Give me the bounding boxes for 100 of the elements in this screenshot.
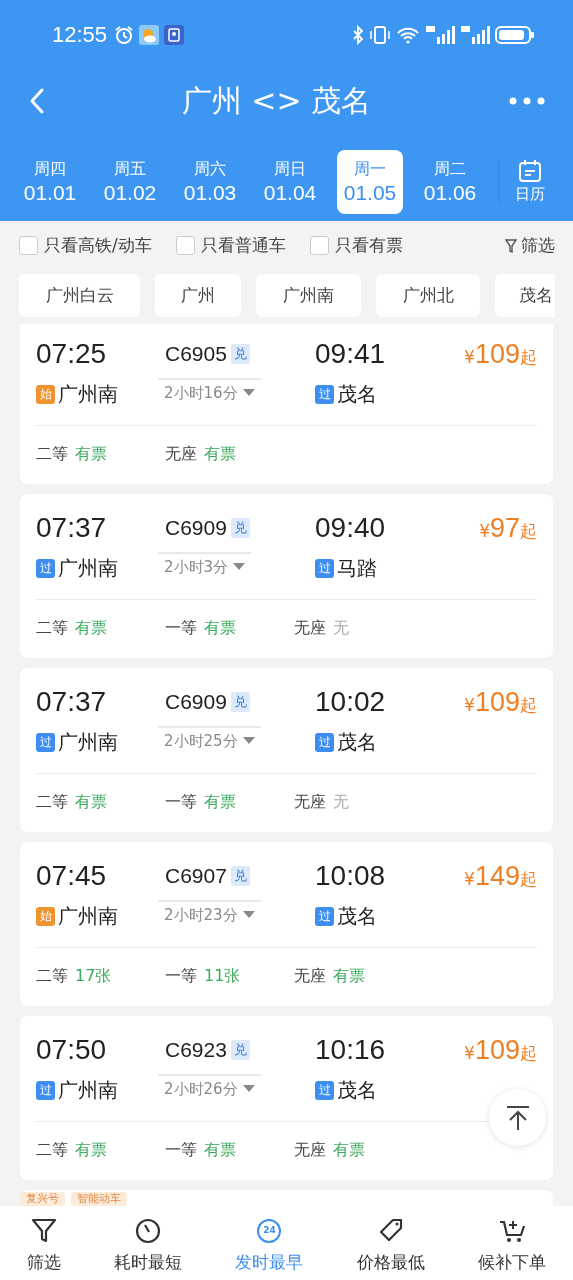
train-number: C6909 [165,690,227,714]
station-name: 广州南 [58,728,118,756]
duration-toggle[interactable]: 2小时26分 [158,1073,261,1099]
seat-class: 一等 [165,791,197,813]
seat-availability: 有票 [75,617,107,639]
departure-time: 07:25 [36,338,108,370]
checkbox[interactable] [309,236,329,255]
station-badge: 过 [36,732,55,752]
station-badge: 过 [36,558,55,578]
train-number: C6907 [165,864,227,888]
train-tag: 兑 [230,866,250,886]
seat-availability: 有票 [204,791,236,813]
station-chip[interactable]: 茂名 [495,274,555,317]
arrival-time: 09:41 [315,338,387,370]
nav-tab[interactable]: 耗时最短 [114,1216,183,1274]
clock-icon [255,1216,284,1245]
arrow-up-icon [504,1104,531,1131]
dropdown-icon [233,563,246,571]
filter-button[interactable]: 筛选 [505,234,555,257]
filter-label[interactable]: 只看高铁/动车 [44,234,152,257]
departure-time: 07:37 [36,686,108,718]
seat-availability: 11张 [204,965,241,987]
filter-label[interactable]: 只看有票 [334,234,403,257]
departure-time: 07:37 [36,512,108,544]
alarm-clock-icon [114,25,135,45]
price: ¥149起 [464,860,537,892]
station-name: 茂名 [337,728,377,756]
duration-toggle[interactable]: 2小时16分 [158,377,261,403]
departure-time: 07:45 [36,860,108,892]
back-button[interactable] [28,86,46,116]
nav-tab[interactable]: 价格最低 [356,1216,425,1274]
status-time: 12:55 [52,22,108,48]
more-button[interactable] [507,95,547,107]
seat-class: 无座 [165,443,197,465]
seat-availability: 无 [333,617,349,639]
nav-tab[interactable]: 候补下单 [478,1216,547,1274]
seat-class: 二等 [36,965,68,987]
seat-class: 一等 [165,617,197,639]
back-icon [30,88,44,114]
station-chip[interactable]: 广州南 [256,274,361,317]
station-name: 广州南 [58,380,118,408]
seat-class: 二等 [36,443,68,465]
station-name: 广州南 [58,1076,118,1104]
train-card[interactable]: 07:45 C6907 兑 10:08 ¥149起 始 广州南 2小时23分 过 茂名 二等 17张 一等 11张 无座 有票 [20,842,553,1006]
station-badge: 始 [36,906,55,926]
station-name: 茂名 [337,902,377,930]
wifi-icon [396,25,420,45]
page-title: 广州 <> 茂名 [181,81,372,120]
seat-class: 二等 [36,617,68,639]
station-name: 广州南 [58,554,118,582]
seat-class: 无座 [294,617,326,639]
seat-availability: 有票 [204,1139,236,1161]
app-icon [164,25,185,45]
seat-availability: 有票 [204,617,236,639]
seat-availability: 有票 [333,965,365,987]
train-card[interactable]: 07:37 C6909 兑 10:02 ¥109起 过 广州南 2小时25分 过 茂名 二等 有票 一等 有票 无座 无 [20,668,553,832]
duration-toggle[interactable]: 2小时23分 [158,899,261,925]
battery-icon [495,25,535,45]
train-type-tag: 智能动车 [71,1192,127,1206]
signal-icon [460,25,490,45]
train-tag: 兑 [230,344,250,364]
station-badge: 过 [36,1080,55,1100]
seat-class: 二等 [36,1139,68,1161]
filter-icon [505,238,517,253]
train-card[interactable]: 07:25 C6905 兑 09:41 ¥109起 始 广州南 2小时16分 过 茂名 二等 有票 无座 有票 [20,324,553,484]
station-chip[interactable]: 广州 [155,274,241,317]
filter-label[interactable]: 只看普通车 [200,234,286,257]
arrival-time: 10:16 [315,1034,387,1066]
train-card[interactable]: 07:50 C6923 兑 10:16 ¥109起 过 广州南 2小时26分 过 茂名 二等 有票 一等 有票 无座 有票 [20,1016,553,1180]
seat-class: 无座 [294,791,326,813]
seat-availability: 有票 [75,1139,107,1161]
station-badge: 过 [315,732,334,752]
more-icon [509,97,545,105]
dropdown-icon [242,737,255,745]
date-tab[interactable]: 周一 01.05 [337,149,403,214]
checkbox[interactable] [175,236,195,255]
arrival-time: 10:02 [315,686,387,718]
station-badge: 过 [315,1080,334,1100]
arrival-time: 10:08 [315,860,387,892]
signal-icon [425,25,455,45]
seat-availability: 有票 [333,1139,365,1161]
train-number: C6923 [165,1038,227,1062]
bluetooth-icon [352,25,364,45]
departure-time: 07:50 [36,1034,108,1066]
dropdown-icon [242,389,255,397]
duration-toggle[interactable]: 2小时25分 [158,725,261,751]
price: ¥109起 [464,686,537,718]
station-chip[interactable]: 广州白云 [19,274,140,317]
nav-tab[interactable]: 筛选 [26,1216,61,1274]
price: ¥109起 [464,338,537,370]
seat-class: 无座 [294,1139,326,1161]
price: ¥97起 [479,512,537,544]
train-card[interactable]: 07:37 C6909 兑 09:40 ¥97起 过 广州南 2小时3分 过 马踏 二等 有票 一等 有票 无座 无 [20,494,553,658]
calendar-icon [518,159,542,183]
train-type-tag: 复兴号 [20,1192,65,1206]
station-chip[interactable]: 广州北 [376,274,480,317]
train-number: C6905 [165,342,227,366]
duration-toggle[interactable]: 2小时3分 [158,551,252,577]
checkbox[interactable] [19,236,38,255]
arrival-time: 09:40 [315,512,387,544]
